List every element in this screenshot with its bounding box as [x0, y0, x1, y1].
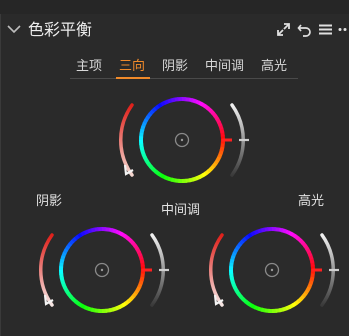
- tab-master[interactable]: 主项: [76, 57, 102, 77]
- highlights-label: 高光: [298, 194, 325, 209]
- left-amount-arc[interactable]: [38, 233, 54, 307]
- active-tab-indicator: [116, 77, 150, 79]
- reset-icon[interactable]: [297, 22, 312, 37]
- expand-icon[interactable]: [276, 22, 291, 37]
- panel-title: 色彩平衡: [28, 20, 93, 39]
- panel-header[interactable]: 色彩平衡: [0, 16, 349, 44]
- tab-midtones[interactable]: 中间调: [205, 57, 244, 77]
- tab-highlights[interactable]: 高光: [261, 57, 287, 77]
- color-wheel-graphic[interactable]: [106, 92, 260, 188]
- left-amount-arc[interactable]: [118, 103, 134, 177]
- tab-shadows[interactable]: 阴影: [162, 57, 188, 77]
- menu-icon[interactable]: [318, 22, 333, 37]
- left-amount-arc[interactable]: [208, 233, 224, 307]
- tab-three-way[interactable]: 三向: [119, 57, 145, 77]
- top-strip: [0, 0, 349, 14]
- shadows-label: 阴影: [36, 194, 63, 209]
- tab-underline: [70, 78, 298, 79]
- master-color-wheel[interactable]: [106, 92, 260, 188]
- color-wheel-graphic[interactable]: [26, 222, 180, 318]
- color-wheel-graphic[interactable]: [196, 222, 349, 318]
- shadows-color-wheel[interactable]: [26, 222, 180, 318]
- chevron-down-icon[interactable]: [6, 21, 22, 37]
- tab-bar: 主项 三向 阴影 中间调 高光: [0, 57, 349, 79]
- more-icon[interactable]: [337, 22, 349, 37]
- midtones-highlights-color-wheel[interactable]: [196, 222, 349, 318]
- midtones-label: 中间调: [161, 203, 201, 218]
